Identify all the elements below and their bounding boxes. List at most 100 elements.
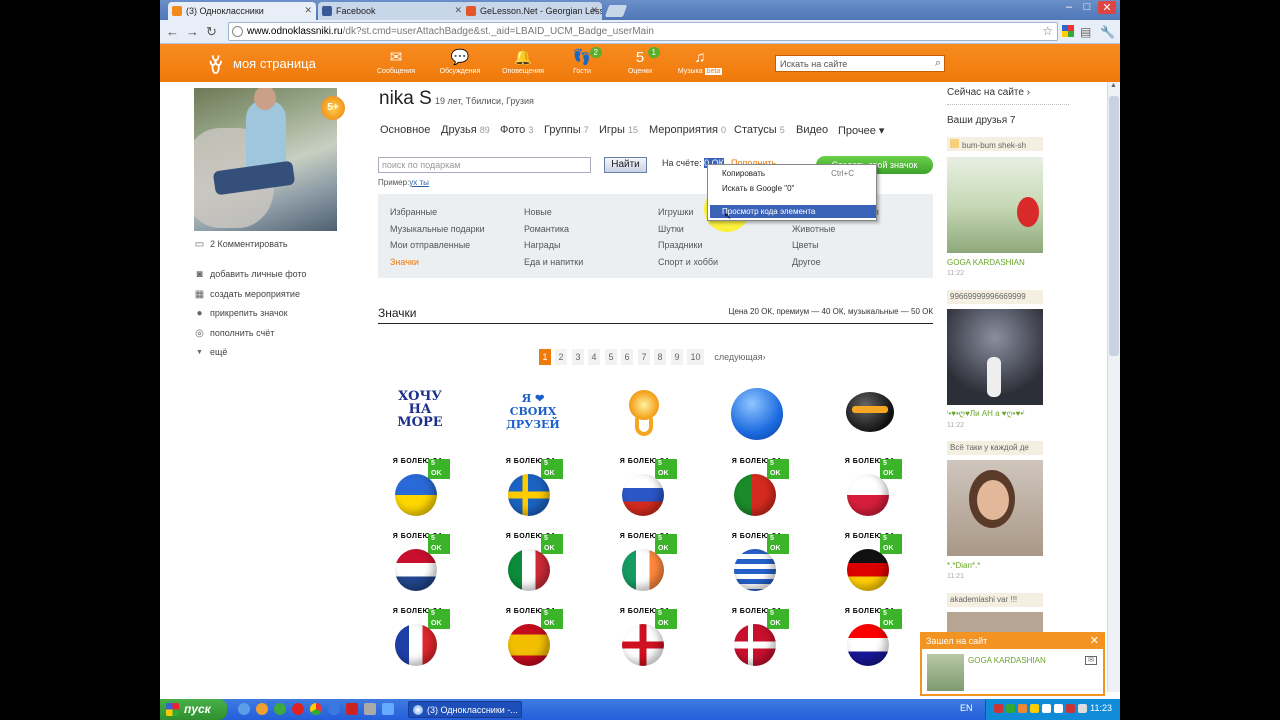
- bookmark-star-icon[interactable]: ☆: [1042, 24, 1053, 38]
- badge-fan-russia[interactable]: Я БОЛЕЮ ЗА 5 OK: [617, 458, 677, 520]
- category-badges[interactable]: Значки: [390, 257, 419, 267]
- nav-messages[interactable]: ✉ Сообщения: [366, 50, 426, 76]
- page-10-link[interactable]: 10: [687, 349, 704, 365]
- category-romance[interactable]: Романтика: [524, 224, 569, 234]
- context-copy[interactable]: Копировать: [722, 169, 765, 178]
- tray-icon[interactable]: [1054, 704, 1063, 713]
- profile-tab-games[interactable]: Игры 15: [599, 124, 638, 136]
- address-bar[interactable]: www.odnoklassniki.ru/dk?st.cmd=userAttac…: [228, 22, 1058, 41]
- back-arrow-icon[interactable]: ←: [166, 24, 179, 39]
- badge-fan-netherlands[interactable]: Я БОЛЕЮ ЗА 5 OK: [390, 533, 450, 595]
- page-menu-icon[interactable]: ▤: [1080, 25, 1091, 39]
- badge-fan-croatia[interactable]: Я БОЛЕЮ ЗА 5 OK: [842, 608, 902, 670]
- language-indicator[interactable]: EN: [960, 703, 973, 713]
- wrench-icon[interactable]: 🔧: [1100, 25, 1115, 39]
- friend-photo[interactable]: [947, 157, 1043, 253]
- tab-facebook[interactable]: Facebook ✕: [318, 2, 466, 20]
- profile-tab-groups[interactable]: Группы 7: [544, 124, 589, 136]
- category-awards[interactable]: Награды: [524, 240, 561, 250]
- nav-notifications[interactable]: 🔔 Оповещения: [493, 50, 553, 76]
- tray-icon[interactable]: [1030, 704, 1039, 713]
- badge-fan-france[interactable]: Я БОЛЕЮ ЗА 5 OK: [390, 608, 450, 670]
- badge-ninja[interactable]: [842, 386, 902, 444]
- new-tab-button[interactable]: [604, 5, 628, 17]
- avatar[interactable]: [194, 88, 337, 231]
- nav-music[interactable]: ♫ Музыка beta: [670, 50, 730, 75]
- folder-icon[interactable]: [382, 703, 394, 715]
- badge-fan-ireland[interactable]: Я БОЛЕЮ ЗА 5 OK: [617, 533, 677, 595]
- nav-guests[interactable]: 👣 Гости 2: [552, 47, 612, 75]
- badge-ribbon[interactable]: [617, 386, 677, 444]
- find-button[interactable]: Найти: [604, 157, 647, 173]
- page-5-link[interactable]: 5: [605, 349, 617, 365]
- volume-icon[interactable]: [1078, 704, 1087, 713]
- page-8-link[interactable]: 8: [654, 349, 666, 365]
- profile-tab-statuses[interactable]: Статусы 5: [734, 124, 785, 136]
- category-animals[interactable]: Животные: [792, 224, 835, 234]
- example-link[interactable]: ух ты: [409, 178, 429, 187]
- friend-photo[interactable]: [947, 612, 1043, 632]
- show-desktop-icon[interactable]: [238, 703, 250, 715]
- badge-fan-poland[interactable]: Я БОЛЕЮ ЗА 5 OK: [842, 458, 902, 520]
- close-icon[interactable]: ✕: [1090, 634, 1099, 647]
- category-sport[interactable]: Спорт и хобби: [658, 257, 718, 267]
- profile-tab-main[interactable]: Основное: [380, 124, 430, 136]
- online-now-link[interactable]: Сейчас на сайте ›: [947, 87, 1030, 98]
- badge-fan-greece[interactable]: Я БОЛЕЮ ЗА 5 OK: [729, 533, 789, 595]
- page-2-link[interactable]: 2: [555, 349, 567, 365]
- profile-tab-friends[interactable]: Друзья 89: [441, 124, 490, 136]
- badge-fan-england[interactable]: Я БОЛЕЮ ЗА 5 OK: [617, 608, 677, 670]
- extension-icon[interactable]: [1062, 25, 1074, 37]
- ie-icon[interactable]: [328, 703, 340, 715]
- opera-icon[interactable]: [292, 703, 304, 715]
- friend-name[interactable]: ⁱ•♥•ღ♥Ли АН а ♥ღ•♥•ⁱ: [947, 409, 1025, 418]
- tray-icon[interactable]: [994, 704, 1003, 713]
- friend-status[interactable]: 99669999996669999: [947, 290, 1043, 304]
- reload-icon[interactable]: ↻: [206, 24, 217, 40]
- close-tab-icon[interactable]: ✕: [590, 5, 598, 16]
- category-jokes[interactable]: Шутки: [658, 224, 684, 234]
- media-player-icon[interactable]: [256, 703, 268, 715]
- profile-tab-video[interactable]: Видео: [796, 124, 828, 136]
- replenish-account-link[interactable]: ◎ пополнить счёт: [194, 328, 274, 339]
- badge-love-friends[interactable]: Я ❤ СВОИХ ДРУЗЕЙ: [503, 386, 563, 444]
- badge-fan-ukraine[interactable]: Я БОЛЕЮ ЗА 5 OK: [390, 458, 450, 520]
- profile-tab-photos[interactable]: Фото 3: [500, 124, 533, 136]
- tray-icon[interactable]: [1006, 704, 1015, 713]
- badge-want-sea[interactable]: ХОЧУ НА МОРЕ: [390, 386, 450, 444]
- close-tab-icon[interactable]: ✕: [454, 5, 462, 16]
- friend-photo[interactable]: [947, 309, 1043, 405]
- page-1-link[interactable]: 1: [539, 349, 551, 365]
- tab-odnoklassniki[interactable]: (3) Одноклассники ✕: [168, 2, 316, 20]
- app-icon[interactable]: [364, 703, 376, 715]
- badge-fan-denmark[interactable]: Я БОЛЕЮ ЗА 5 OK: [729, 608, 789, 670]
- forward-arrow-icon[interactable]: →: [186, 24, 199, 39]
- plus5-badge-icon[interactable]: 5+: [321, 96, 345, 120]
- envelope-icon[interactable]: ✉: [1085, 656, 1097, 665]
- filezilla-icon[interactable]: [346, 703, 358, 715]
- tray-icon[interactable]: [1018, 704, 1027, 713]
- badge-fan-sweden[interactable]: Я БОЛЕЮ ЗА 5 OK: [503, 458, 563, 520]
- next-page-link[interactable]: следующая›: [710, 349, 770, 365]
- profile-tab-events[interactable]: Мероприятия 0: [649, 124, 726, 136]
- close-tab-icon[interactable]: ✕: [304, 5, 312, 16]
- site-search-input[interactable]: Искать на сайте ⌕: [775, 55, 945, 72]
- popup-avatar[interactable]: [927, 654, 964, 691]
- minimize-icon[interactable]: –: [1060, 1, 1078, 13]
- badge-fan-germany[interactable]: Я БОЛЕЮ ЗА 5 OK: [842, 533, 902, 595]
- category-food[interactable]: Еда и напитки: [524, 257, 583, 267]
- tray-icon[interactable]: [1042, 704, 1051, 713]
- taskbar-window-button[interactable]: (3) Одноклассники -...: [408, 701, 522, 718]
- scroll-up-icon[interactable]: ▲: [1110, 82, 1117, 89]
- page-3-link[interactable]: 3: [572, 349, 584, 365]
- add-photo-link[interactable]: ◙ добавить личные фото: [194, 269, 306, 280]
- attach-badge-link[interactable]: ● прикрепить значок: [194, 308, 287, 319]
- friend-photo[interactable]: [947, 460, 1043, 556]
- badge-fan-italy[interactable]: Я БОЛЕЮ ЗА 5 OK: [503, 533, 563, 595]
- category-new[interactable]: Новые: [524, 207, 552, 217]
- your-friends-label[interactable]: Ваши друзья 7: [947, 115, 1015, 126]
- nav-ratings[interactable]: 5 Оценки 1: [610, 47, 670, 75]
- profile-tab-more[interactable]: Прочее ▾: [838, 124, 884, 137]
- start-button[interactable]: пуск: [160, 699, 227, 720]
- search-icon[interactable]: ⌕: [935, 57, 941, 70]
